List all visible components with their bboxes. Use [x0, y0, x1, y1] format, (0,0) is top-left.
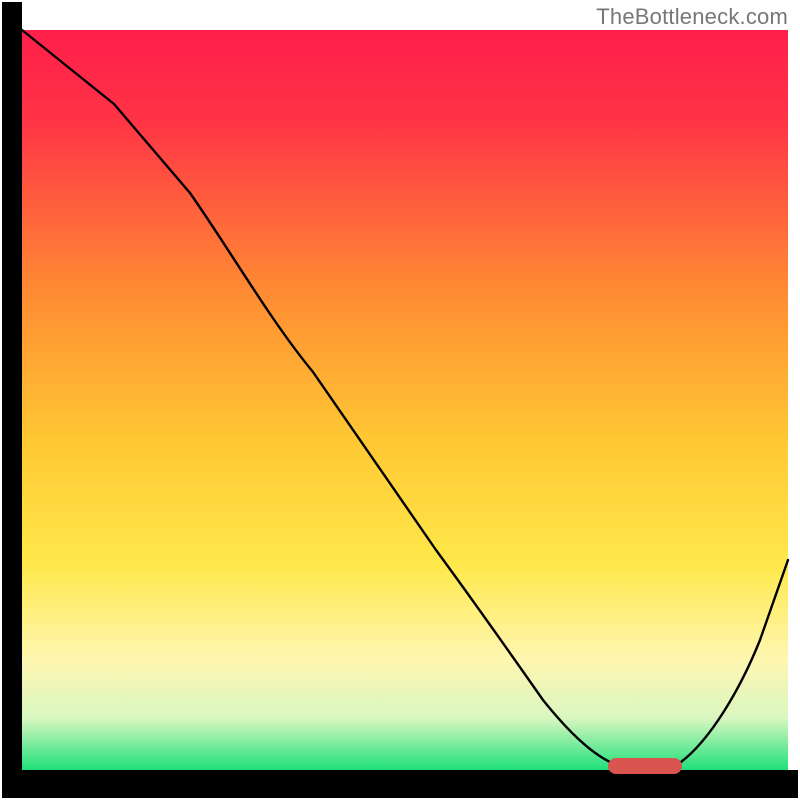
- bottleneck-chart: TheBottleneck.com: [0, 0, 800, 800]
- optimal-range-marker: [608, 758, 682, 774]
- chart-svg: [0, 0, 800, 800]
- x-axis-bar: [12, 770, 798, 798]
- plot-area: [2, 2, 798, 798]
- gradient-background: [22, 30, 788, 770]
- y-axis-bar: [2, 2, 22, 798]
- watermark-text: TheBottleneck.com: [596, 4, 788, 30]
